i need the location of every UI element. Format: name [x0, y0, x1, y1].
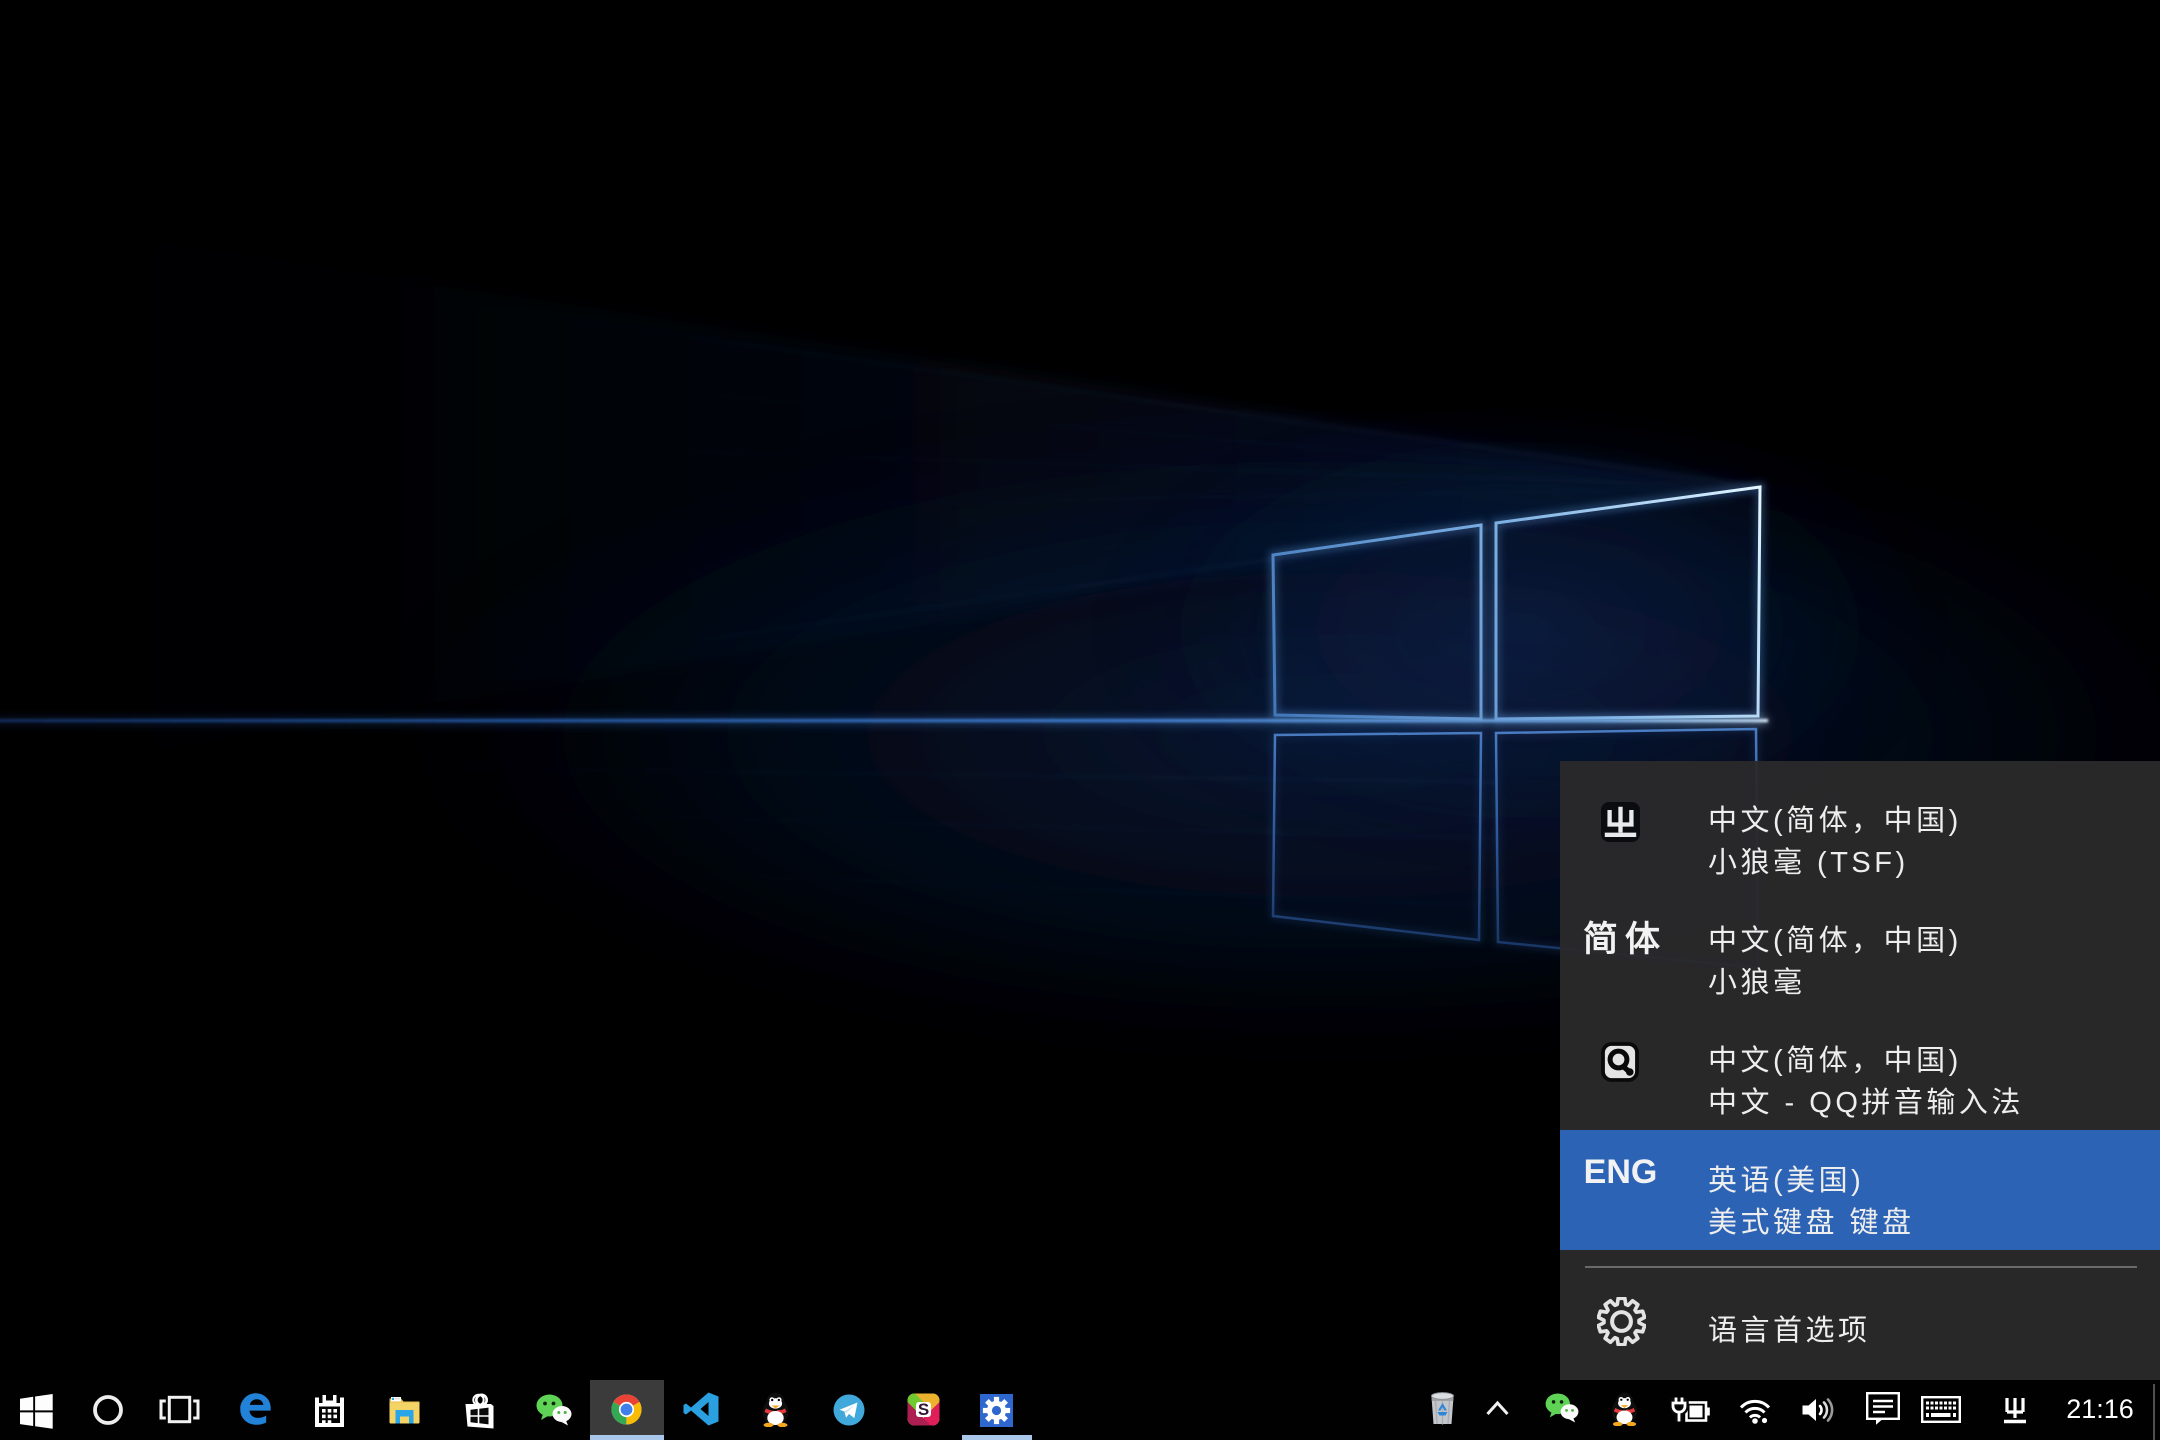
svg-text:S: S: [918, 1400, 929, 1419]
